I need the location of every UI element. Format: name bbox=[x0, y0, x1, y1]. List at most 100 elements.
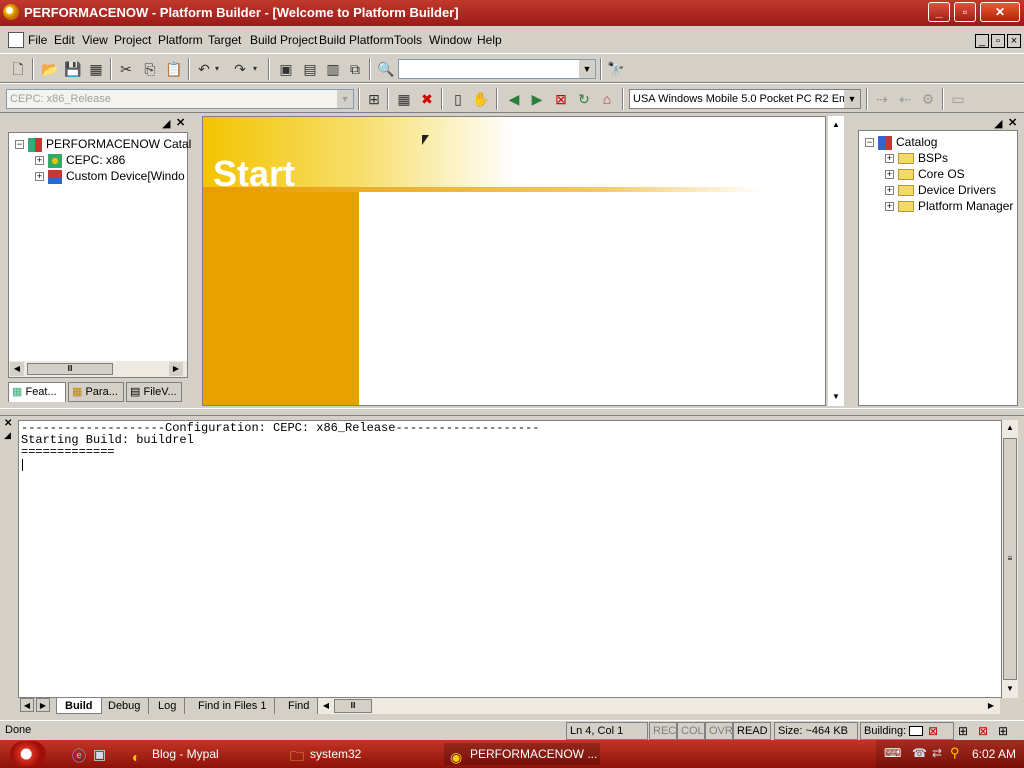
cancel-build-icon[interactable]: ⊠ bbox=[928, 724, 938, 738]
scroll-right-icon[interactable]: ▶ bbox=[984, 699, 998, 713]
deploy-icon[interactable]: ▭ bbox=[948, 89, 968, 109]
hand-icon[interactable]: ✋ bbox=[471, 89, 491, 109]
title-bar[interactable]: PERFORMACENOW - Platform Builder - [Welc… bbox=[0, 0, 1024, 26]
connect-icon[interactable]: ▯ bbox=[448, 89, 468, 109]
home-icon[interactable]: ⌂ bbox=[597, 89, 617, 109]
tab-log[interactable]: Log bbox=[150, 698, 186, 714]
menu-tools[interactable]: Tools bbox=[394, 33, 422, 47]
scroll-right-icon[interactable]: ▶ bbox=[169, 362, 183, 376]
find-combo[interactable]: ▼ bbox=[398, 59, 596, 79]
attach-device-icon[interactable]: ⇢ bbox=[872, 89, 892, 109]
close-button[interactable]: ✕ bbox=[980, 2, 1020, 22]
pane-close-icon[interactable]: ✕ bbox=[176, 116, 185, 129]
find-in-files-icon[interactable]: 🔍 bbox=[376, 59, 396, 79]
tab-debug[interactable]: Debug bbox=[100, 698, 150, 714]
output-close-icon[interactable]: ✕ bbox=[4, 418, 12, 430]
detach-device-icon[interactable]: ⇠ bbox=[895, 89, 915, 109]
sdk-combo[interactable]: USA Windows Mobile 5.0 Pocket PC R2 Em ▼ bbox=[629, 89, 861, 109]
stop-build-icon[interactable]: ✖ bbox=[417, 89, 437, 109]
menu-edit[interactable]: Edit bbox=[54, 33, 75, 47]
quick-launch-icon[interactable]: ▣ bbox=[93, 746, 106, 763]
windows-list-icon[interactable]: ▥ bbox=[323, 59, 343, 79]
pane-restore-icon[interactable]: ◢ bbox=[994, 117, 1002, 130]
scroll-up-icon[interactable]: ▲ bbox=[829, 118, 843, 132]
output-text[interactable]: --------------------Configuration: CEPC:… bbox=[18, 420, 1002, 698]
scroll-thumb[interactable]: Ⅲ bbox=[27, 363, 113, 375]
undo-icon[interactable]: ↶ bbox=[194, 59, 214, 79]
catalog-root[interactable]: − Catalog bbox=[865, 134, 937, 150]
app-icon[interactable] bbox=[3, 4, 19, 20]
mdi-minimize-button[interactable]: _ bbox=[975, 34, 989, 48]
splitter[interactable] bbox=[0, 408, 1024, 416]
redo-dropdown-icon[interactable]: ▾ bbox=[250, 59, 260, 79]
scroll-left-icon[interactable]: ◀ bbox=[319, 699, 333, 713]
refresh-icon[interactable]: ↻ bbox=[574, 89, 594, 109]
phone-icon[interactable]: ☎ bbox=[912, 746, 927, 760]
tab-feature-view[interactable]: ▦ Feat... bbox=[8, 382, 66, 402]
build-icon[interactable]: ⊞ bbox=[364, 89, 384, 109]
mdi-restore-button[interactable]: ▫ bbox=[991, 34, 1005, 48]
menu-build-project[interactable]: Build Project bbox=[250, 33, 317, 47]
menu-window[interactable]: Window bbox=[429, 33, 472, 47]
menu-target[interactable]: Target bbox=[208, 33, 241, 47]
redo-icon[interactable]: ↷ bbox=[230, 59, 250, 79]
browser-icon[interactable]: ⓔ bbox=[72, 746, 86, 766]
new-file-icon[interactable]: 🗋 bbox=[8, 59, 28, 79]
network-icon[interactable]: ⇄ bbox=[932, 746, 942, 760]
tab-scroll-right-icon[interactable]: ▶ bbox=[36, 698, 50, 712]
output-icon[interactable]: ▤ bbox=[300, 59, 320, 79]
tab-find-in-files-1[interactable]: Find in Files 1 bbox=[190, 698, 276, 714]
save-all-icon[interactable]: ▦ bbox=[86, 59, 106, 79]
status-icon-2[interactable]: ⊠ bbox=[978, 724, 988, 738]
chevron-down-icon[interactable]: ▼ bbox=[337, 90, 353, 108]
task-system32[interactable]: 🗀 system32 bbox=[284, 743, 361, 765]
scroll-up-icon[interactable]: ▲ bbox=[1003, 421, 1017, 435]
minimize-button[interactable]: _ bbox=[928, 2, 950, 22]
mdi-close-button[interactable]: × bbox=[1007, 34, 1021, 48]
pane-close-icon[interactable]: ✕ bbox=[1008, 116, 1017, 129]
configuration-combo[interactable]: CEPC: x86_Release ▼ bbox=[6, 89, 354, 109]
search-icon[interactable]: ⚲ bbox=[950, 745, 960, 761]
tab-build[interactable]: Build bbox=[56, 698, 102, 714]
workspace-icon[interactable]: ▣ bbox=[276, 59, 296, 79]
output-vscrollbar[interactable]: ▲ ≡ ▼ bbox=[1002, 420, 1018, 698]
undo-dropdown-icon[interactable]: ▾ bbox=[212, 59, 222, 79]
catalog-item-device-drivers[interactable]: + Device Drivers bbox=[885, 182, 996, 198]
find-icon[interactable]: 🔭 bbox=[606, 59, 626, 79]
tree-item-project[interactable]: − PERFORMACENOW Catal bbox=[15, 136, 191, 152]
scroll-thumb[interactable]: Ⅲ bbox=[334, 699, 372, 713]
save-icon[interactable]: 💾 bbox=[63, 59, 83, 79]
status-icon-3[interactable]: ⊞ bbox=[998, 724, 1008, 738]
catalog-item-bsps[interactable]: + BSPs bbox=[885, 150, 948, 166]
scroll-down-icon[interactable]: ▼ bbox=[1003, 682, 1017, 696]
chevron-down-icon[interactable]: ▼ bbox=[579, 60, 595, 78]
menu-file[interactable]: File bbox=[28, 33, 47, 47]
cut-icon[interactable]: ✂ bbox=[116, 59, 136, 79]
open-icon[interactable]: 📂 bbox=[40, 59, 60, 79]
tab-scroll-left-icon[interactable]: ◀ bbox=[20, 698, 34, 712]
task-blog-mypal[interactable]: ◐ Blog - Mypal bbox=[126, 743, 219, 765]
output-restore-icon[interactable]: ◢ bbox=[4, 430, 11, 442]
maximize-button[interactable]: ▫ bbox=[954, 2, 976, 22]
status-icon-1[interactable]: ⊞ bbox=[958, 724, 968, 738]
chevron-down-icon[interactable]: ▼ bbox=[844, 90, 860, 108]
target-options-icon[interactable]: ⚙ bbox=[918, 89, 938, 109]
tree-item-custom-device[interactable]: + Custom Device[Windo bbox=[35, 168, 185, 184]
forward-icon[interactable]: ▶ bbox=[527, 89, 547, 109]
stop-icon[interactable]: ⊠ bbox=[551, 89, 571, 109]
tab-parameter-view[interactable]: ▦ Para... bbox=[68, 382, 124, 402]
catalog-item-core-os[interactable]: + Core OS bbox=[885, 166, 965, 182]
scroll-down-icon[interactable]: ▼ bbox=[829, 390, 843, 404]
menu-project[interactable]: Project bbox=[114, 33, 151, 47]
scroll-left-icon[interactable]: ◀ bbox=[10, 362, 24, 376]
start-button[interactable] bbox=[10, 741, 46, 767]
window-cascade-icon[interactable]: ⧉ bbox=[345, 59, 365, 79]
clock[interactable]: 6:02 AM bbox=[972, 747, 1016, 761]
welcome-vscrollbar[interactable]: ▲ ▼ bbox=[828, 116, 844, 406]
workspace-hscrollbar[interactable]: ◀ Ⅲ ▶ bbox=[9, 361, 187, 377]
pane-restore-icon[interactable]: ◢ bbox=[162, 117, 170, 130]
keyboard-icon[interactable]: ⌨ bbox=[884, 746, 901, 760]
document-icon[interactable] bbox=[8, 32, 24, 48]
scroll-thumb[interactable]: ≡ bbox=[1003, 438, 1017, 680]
menu-view[interactable]: View bbox=[82, 33, 108, 47]
